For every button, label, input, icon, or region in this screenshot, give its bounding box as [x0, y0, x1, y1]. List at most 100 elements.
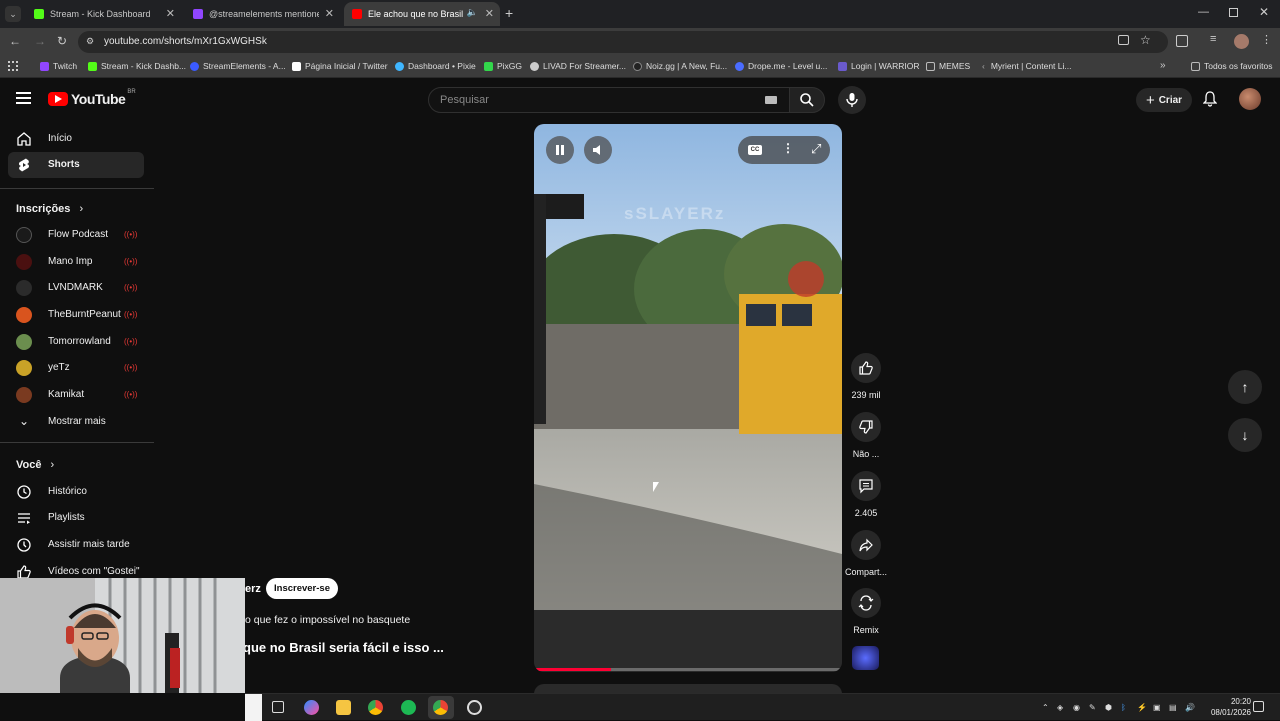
bookmark-star-icon[interactable]: ☆ [1140, 33, 1151, 47]
tray-app-icon[interactable]: ✎ [1089, 703, 1096, 712]
youtube-logo[interactable]: YouTube BR [48, 89, 136, 107]
hamburger-menu-icon[interactable] [16, 92, 31, 104]
subscription-kamikat[interactable]: Kamikat ((•)) [8, 382, 144, 408]
back-icon[interactable]: ← [9, 34, 21, 48]
bookmark-noiz[interactable]: Noiz.gg | A New, Fu... [633, 61, 727, 71]
tab-youtube-short[interactable]: Ele achou que no Brasil ser 🔈 ✕ [344, 2, 500, 26]
tray-app-icon[interactable]: ◈ [1057, 703, 1063, 712]
sidebar-item-playlists[interactable]: Playlists [8, 505, 144, 531]
subscription-lvndmark[interactable]: LVNDMARK ((•)) [8, 275, 144, 301]
all-bookmarks-folder[interactable]: Todos os favoritos [1191, 61, 1273, 71]
site-info-icon[interactable]: ⚙ [86, 36, 94, 47]
more-bookmarks-icon[interactable]: » [1160, 60, 1166, 71]
dislike-button[interactable] [851, 412, 881, 442]
like-action[interactable]: 239 mil [844, 353, 888, 400]
video-title[interactable]: que no Brasil seria fácil e isso ... [243, 640, 444, 655]
subscription-yetz[interactable]: yeTz ((•)) [8, 355, 144, 381]
search-input[interactable]: Pesquisar [428, 87, 790, 113]
address-bar[interactable]: ⚙ youtube.com/shorts/mXr1GxWGHSk ☆ [78, 31, 1168, 53]
bookmark-twitter[interactable]: Página Inicial / Twitter [292, 61, 388, 71]
search-button[interactable] [789, 87, 825, 113]
volume-icon[interactable]: 🔊 [1185, 703, 1195, 712]
clock[interactable]: 20:20 08/01/2026 [1195, 697, 1251, 717]
keyboard-icon[interactable] [765, 96, 777, 104]
file-explorer-icon[interactable] [336, 700, 351, 715]
sidebar-item-shorts[interactable]: Shorts [8, 152, 144, 178]
comments-button[interactable] [851, 471, 881, 501]
url-text[interactable]: youtube.com/shorts/mXr1GxWGHSk [104, 36, 267, 47]
bookmark-streamelements[interactable]: StreamElements - A... [190, 61, 286, 71]
channel-name[interactable]: erz [245, 583, 261, 595]
audio-playing-icon[interactable]: 🔈 [467, 7, 478, 18]
copilot-icon[interactable] [304, 700, 319, 715]
spotify-icon[interactable] [401, 700, 416, 715]
subscribe-button[interactable]: Inscrever-se [266, 578, 338, 599]
sound-thumbnail[interactable] [852, 646, 879, 670]
reload-icon[interactable]: ↻ [57, 34, 67, 48]
create-button[interactable]: + Criar [1136, 88, 1192, 112]
account-avatar[interactable] [1239, 88, 1261, 110]
subscriptions-header[interactable]: Inscrições › [16, 203, 83, 215]
remix-button[interactable] [851, 588, 881, 618]
subscription-flow-podcast[interactable]: Flow Podcast ((•)) [8, 222, 144, 248]
sidebar-item-watch-later[interactable]: Assistir mais tarde [8, 532, 144, 558]
close-tab-icon[interactable]: ✕ [485, 7, 494, 20]
notification-center-icon[interactable] [1253, 701, 1264, 712]
sidebar-item-history[interactable]: Histórico [8, 479, 144, 505]
close-window-icon[interactable]: ✕ [1259, 5, 1269, 19]
forward-icon[interactable]: → [34, 34, 46, 48]
more-options-icon[interactable]: ⋮ [782, 141, 794, 155]
browser-menu-icon[interactable]: ⋮ [1261, 33, 1272, 46]
restore-icon[interactable] [1229, 8, 1238, 17]
tab-kick-dashboard[interactable]: Stream - Kick Dashboard ✕ [26, 2, 181, 26]
taskbar-search-box[interactable] [245, 694, 262, 721]
task-view-icon[interactable] [272, 701, 284, 713]
show-more-button[interactable]: ⌄ Mostrar mais [8, 409, 144, 435]
like-button[interactable] [851, 353, 881, 383]
dislike-action[interactable]: Não ... [844, 412, 888, 459]
reading-list-icon[interactable]: ≡ [1210, 33, 1216, 45]
subscription-mano-imp[interactable]: Mano Imp ((•)) [8, 249, 144, 275]
comments-action[interactable]: 2.405 [844, 471, 888, 518]
next-short-button[interactable]: ↓ [1228, 418, 1262, 452]
subscription-theburntpeanut[interactable]: TheBurntPeanut ((•)) [8, 302, 144, 328]
bluetooth-icon[interactable]: ᛒ [1121, 703, 1126, 712]
tab-search-button[interactable]: ⌄ [5, 6, 21, 22]
close-tab-icon[interactable]: ✕ [166, 7, 175, 20]
notifications-bell-icon[interactable] [1202, 91, 1218, 112]
shorts-video-player[interactable]: sSLAYERz CC ⋮ ⤢ [534, 124, 842, 672]
obs-icon[interactable] [467, 700, 482, 715]
close-tab-icon[interactable]: ✕ [325, 7, 334, 20]
share-button[interactable] [851, 530, 881, 560]
bookmark-warrior[interactable]: Login | WARRIOR [838, 61, 920, 71]
pause-button[interactable] [546, 136, 574, 164]
tab-streamelements[interactable]: @streamelements mentione ✕ [185, 2, 340, 26]
tray-app-icon[interactable]: ◉ [1073, 703, 1080, 712]
remix-action[interactable]: Remix [844, 588, 888, 635]
sidebar-item-home[interactable]: Início [8, 126, 144, 152]
bookmark-pixgg[interactable]: PixGG [484, 61, 522, 71]
chrome-active-app[interactable] [428, 696, 454, 719]
bookmark-memes-folder[interactable]: MEMES [926, 61, 970, 71]
install-app-icon[interactable] [1118, 35, 1129, 45]
tray-app-icon[interactable]: ⚡ [1137, 703, 1147, 712]
profile-avatar[interactable] [1234, 34, 1249, 49]
bookmark-kick[interactable]: Stream - Kick Dashb... [88, 61, 186, 71]
voice-search-button[interactable] [838, 86, 866, 114]
mute-button[interactable] [584, 136, 612, 164]
subscription-tomorrowland[interactable]: Tomorrowland ((•)) [8, 329, 144, 355]
previous-short-button[interactable]: ↑ [1228, 370, 1262, 404]
apps-grid-icon[interactable] [8, 61, 18, 71]
bookmark-pixie[interactable]: Dashboard • Pixie [395, 61, 476, 71]
captions-cc-icon[interactable]: CC [748, 145, 762, 155]
share-action[interactable]: Compart... [844, 530, 888, 577]
tray-app-icon[interactable]: ▣ [1153, 703, 1161, 712]
minimize-icon[interactable]: — [1198, 6, 1209, 18]
bookmark-twitch[interactable]: Twitch [40, 61, 77, 71]
extensions-icon[interactable] [1176, 35, 1188, 47]
bookmark-drope[interactable]: Drope.me - Level u... [735, 61, 827, 71]
network-icon[interactable]: ▤ [1169, 703, 1177, 712]
progress-track[interactable] [534, 668, 842, 671]
bookmark-myrient[interactable]: ‹ Myrient | Content Li... [982, 61, 1071, 71]
chrome-icon[interactable] [368, 700, 383, 715]
